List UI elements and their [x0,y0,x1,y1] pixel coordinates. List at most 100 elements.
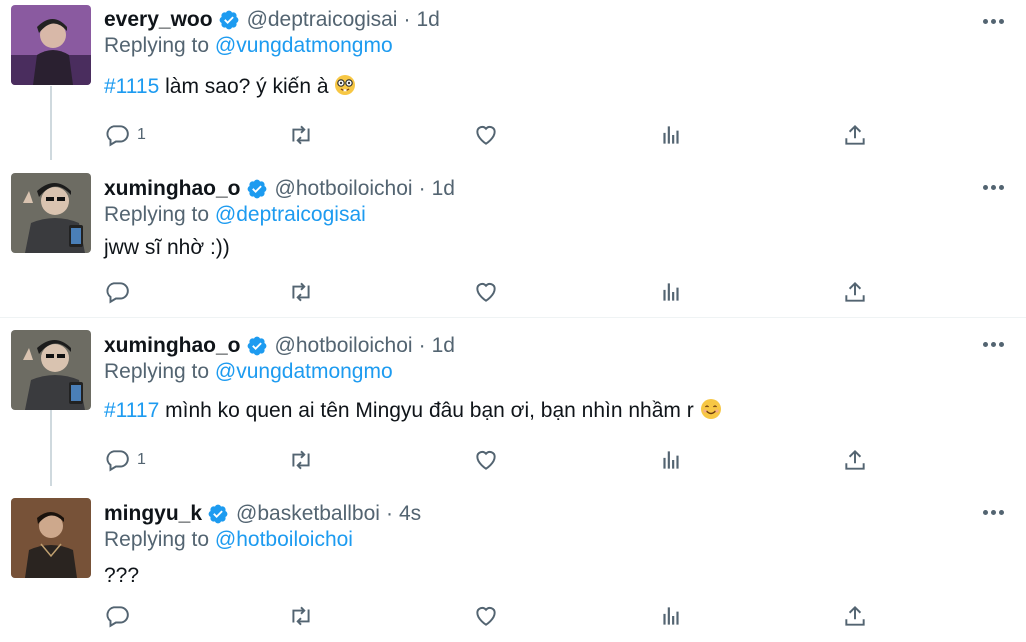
share-button[interactable] [842,601,868,631]
action-bar [104,277,884,307]
share-button[interactable] [842,277,868,307]
tweet[interactable]: every_woo @deptraicogisai · 1d Replying … [0,0,1026,160]
like-icon [476,282,496,302]
replying-to-line: Replying to @deptraicogisai [104,202,986,228]
analytics-icon [663,607,679,625]
replying-prefix: Replying to [104,360,210,383]
tweet-text: ??? [104,563,986,589]
separator: · [418,333,426,357]
retweet-button[interactable] [288,445,314,475]
replying-prefix: Replying to [104,528,210,551]
tweet-text: jww sĩ nhờ :)) [104,235,986,261]
tweet[interactable]: xuminghao_o @hotboiloichoi · 1d Replying… [0,318,1026,486]
reply-button[interactable]: 1 [104,120,146,150]
share-button[interactable] [842,120,868,150]
display-name[interactable]: mingyu_k [104,502,202,526]
reply-icon [106,125,129,147]
share-icon [845,605,865,626]
retweet-button[interactable] [288,120,314,150]
share-button[interactable] [842,445,868,475]
replying-prefix: Replying to [104,34,210,57]
handle[interactable]: @hotboiloichoi [275,177,413,201]
retweet-icon [292,606,310,626]
tweet-text-content: ??? [104,564,140,587]
analytics-button[interactable] [658,120,684,150]
more-icon[interactable] [982,337,1004,351]
avatar[interactable] [11,498,91,578]
like-icon [476,450,496,470]
tweet-text-content: làm sao? ý kiến à [159,75,335,98]
avatar[interactable] [11,173,91,253]
retweet-button[interactable] [288,601,314,631]
like-button[interactable] [473,445,499,475]
reply-icon [106,606,129,628]
more-icon[interactable] [982,505,1004,519]
like-button[interactable] [473,277,499,307]
reply-icon [106,450,129,472]
retweet-icon [292,450,310,470]
reply-button[interactable] [104,601,137,631]
retweet-button[interactable] [288,277,314,307]
like-button[interactable] [473,120,499,150]
replying-to-line: Replying to @hotboiloichoi [104,527,986,553]
smiling-face-icon [700,399,721,419]
reply-button[interactable]: 1 [104,445,146,475]
handle[interactable]: @basketballboi [236,502,380,526]
separator: · [418,176,426,200]
more-icon[interactable] [982,180,1004,194]
like-button[interactable] [473,601,499,631]
reply-count: 1 [137,451,146,468]
timestamp[interactable]: 1d [432,334,455,358]
action-bar: 1 [104,445,884,475]
display-name[interactable]: xuminghao_o [104,177,241,201]
hashtag-link[interactable]: #1117 [104,399,159,422]
replying-to-line: Replying to @vungdatmongmo [104,33,986,59]
display-name[interactable]: xuminghao_o [104,334,241,358]
analytics-icon [663,451,679,469]
tweet-text: #1117 mình ko quen ai tên Mingyu đâu bạn… [104,398,986,424]
analytics-icon [663,283,679,301]
like-icon [476,125,496,145]
reply-count: 1 [137,126,146,143]
share-icon [845,449,865,470]
more-icon[interactable] [982,14,1004,28]
verified-badge-icon [247,336,266,355]
thread-line [50,410,52,486]
separator: · [385,501,393,525]
tweet-text: #1115 làm sao? ý kiến à [104,74,986,100]
replying-to-line: Replying to @vungdatmongmo [104,359,986,385]
share-icon [845,281,865,302]
mention-link[interactable]: @vungdatmongmo [215,360,393,383]
timestamp[interactable]: 4s [399,502,421,526]
handle[interactable]: @hotboiloichoi [275,334,413,358]
separator: · [403,7,411,31]
avatar[interactable] [11,5,91,85]
retweet-icon [292,125,310,145]
retweet-icon [292,282,310,302]
reply-button[interactable] [104,277,137,307]
share-icon [845,124,865,145]
analytics-button[interactable] [658,277,684,307]
verified-badge-icon [247,179,266,198]
replying-prefix: Replying to [104,203,210,226]
like-icon [476,606,496,626]
mention-link[interactable]: @vungdatmongmo [215,34,393,57]
tweet-text-content: jww sĩ nhờ :)) [104,236,230,259]
analytics-button[interactable] [658,601,684,631]
avatar[interactable] [11,330,91,410]
tweet[interactable]: xuminghao_o @hotboiloichoi · 1d Replying… [0,160,1026,317]
timestamp[interactable]: 1d [416,8,439,32]
handle[interactable]: @deptraicogisai [247,8,398,32]
verified-badge-icon [219,10,238,29]
analytics-button[interactable] [658,445,684,475]
mention-link[interactable]: @deptraicogisai [215,203,366,226]
tweet[interactable]: mingyu_k @basketballboi · 4s Replying to… [0,486,1026,642]
action-bar: 1 [104,120,884,150]
action-bar [104,601,884,631]
timestamp[interactable]: 1d [432,177,455,201]
hashtag-link[interactable]: #1115 [104,75,159,98]
reply-icon [106,282,129,304]
display-name[interactable]: every_woo [104,8,213,32]
mention-link[interactable]: @hotboiloichoi [215,528,353,551]
analytics-icon [663,126,679,144]
